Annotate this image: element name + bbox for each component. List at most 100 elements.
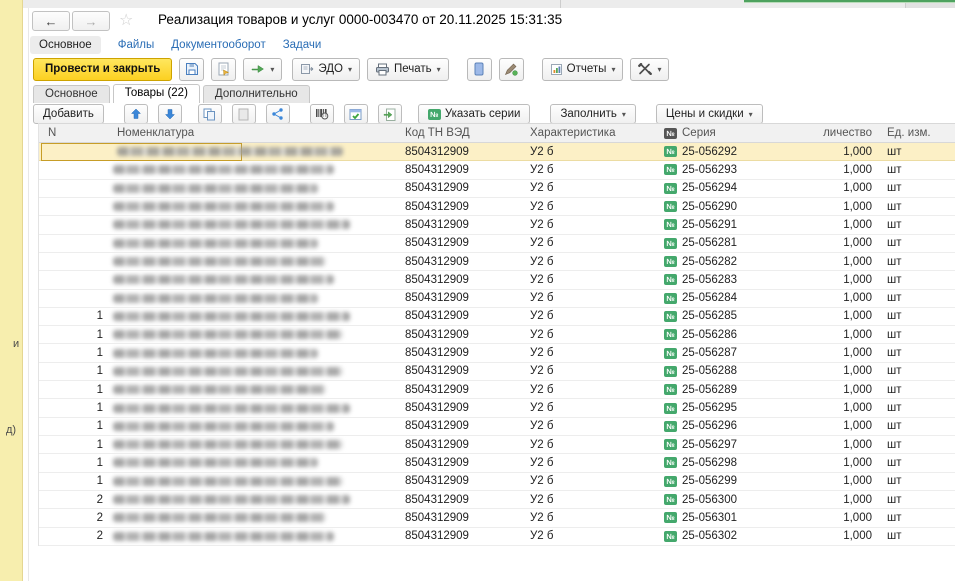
cell-nomenclature — [107, 143, 393, 160]
move-down-button[interactable] — [158, 104, 182, 124]
table-row[interactable]: 8504312909 У2 б № 25-056281 1,000 шт — [39, 235, 955, 253]
post-document-button[interactable] — [211, 58, 236, 81]
share-button[interactable] — [266, 104, 290, 124]
series-number-icon: № — [664, 439, 677, 450]
cell-nomenclature — [107, 180, 393, 197]
table-row[interactable]: 1 8504312909 У2 б № 25-056296 1,000 шт — [39, 418, 955, 436]
post-and-close-button[interactable]: Провести и закрыть — [33, 58, 172, 81]
dropdown-icon: ▾ — [657, 65, 661, 74]
favorite-star-icon[interactable]: ☆ — [119, 12, 133, 30]
copy-row-button[interactable] — [198, 104, 222, 124]
col-header-nomenclature[interactable]: Номенклатура — [107, 124, 393, 142]
cell-nomenclature — [107, 344, 393, 361]
col-header-n[interactable]: N — [39, 124, 107, 142]
tab-main[interactable]: Основное — [30, 36, 101, 54]
reports-button[interactable]: Отчеты ▾ — [542, 58, 624, 81]
table-row[interactable]: 8504312909 У2 б № 25-056283 1,000 шт — [39, 271, 955, 289]
cell-quantity: 1,000 — [823, 216, 879, 233]
censored-nomenclature-text — [113, 239, 318, 248]
cell-row-number: 1 — [39, 308, 107, 325]
cell-characteristic: У2 б — [521, 381, 659, 398]
cell-row-number: 1 — [39, 473, 107, 490]
table-row[interactable]: 1 8504312909 У2 б № 25-056288 1,000 шт — [39, 363, 955, 381]
series-number-icon: № — [664, 201, 677, 212]
col-header-series[interactable]: № Серия — [659, 124, 823, 142]
sign-button[interactable] — [499, 58, 524, 81]
move-up-button[interactable] — [124, 104, 148, 124]
mobile-device-button[interactable] — [467, 58, 492, 81]
cell-unit: шт — [879, 235, 955, 252]
tab-goods[interactable]: Товары (22) — [113, 84, 200, 103]
table-row[interactable]: 1 8504312909 У2 б № 25-056295 1,000 шт — [39, 399, 955, 417]
barcode-icon — [315, 108, 329, 120]
table-row[interactable]: 1 8504312909 У2 б № 25-056287 1,000 шт — [39, 344, 955, 362]
prices-discounts-button[interactable]: Цены и скидки ▾ — [656, 104, 763, 124]
table-row[interactable]: 8504312909 У2 б № 25-056294 1,000 шт — [39, 180, 955, 198]
col-header-qty[interactable]: Количество — [823, 124, 879, 142]
cell-series: № 25-056286 — [659, 326, 823, 343]
table-row[interactable]: 2 8504312909 У2 б № 25-056302 1,000 шт — [39, 528, 955, 546]
cell-nomenclature — [107, 235, 393, 252]
cell-quantity: 1,000 — [823, 290, 879, 307]
col-header-unit[interactable]: Ед. изм. — [879, 124, 955, 142]
table-row[interactable]: 2 8504312909 У2 б № 25-056300 1,000 шт — [39, 491, 955, 509]
table-row[interactable]: 1 8504312909 У2 б № 25-056298 1,000 шт — [39, 454, 955, 472]
specify-series-button[interactable]: № Указать серии — [418, 104, 531, 124]
censored-nomenclature-text — [113, 513, 326, 522]
censored-nomenclature-text — [113, 495, 350, 504]
table-row[interactable]: 8504312909 У2 б № 25-056291 1,000 шт — [39, 216, 955, 234]
cell-series: № 25-056296 — [659, 418, 823, 435]
more-actions-button[interactable]: ▾ — [630, 58, 669, 81]
series-number-icon: № — [664, 494, 677, 505]
cell-quantity: 1,000 — [823, 271, 879, 288]
tab-tasks[interactable]: Задачи — [283, 39, 322, 51]
back-button[interactable]: ← — [32, 11, 70, 31]
tab-basic[interactable]: Основное — [33, 85, 110, 103]
cell-series-value: 25-056282 — [682, 256, 737, 268]
cell-row-number: 1 — [39, 436, 107, 453]
cell-unit: шт — [879, 399, 955, 416]
cell-series: № 25-056284 — [659, 290, 823, 307]
cell-tnved-code: 8504312909 — [393, 418, 521, 435]
cell-series: № 25-056292 — [659, 143, 823, 160]
save-button[interactable] — [179, 58, 204, 81]
cell-series-value: 25-056298 — [682, 457, 737, 469]
load-from-file-button[interactable] — [378, 104, 402, 124]
tab-docflow[interactable]: Документооборот — [171, 39, 265, 51]
fill-button[interactable]: Заполнить ▾ — [550, 104, 635, 124]
col-header-characteristic[interactable]: Характеристика — [521, 124, 659, 142]
cell-characteristic: У2 б — [521, 454, 659, 471]
forward-button[interactable]: → — [72, 11, 110, 31]
table-row[interactable]: 8504312909 У2 б № 25-056290 1,000 шт — [39, 198, 955, 216]
cell-series-value: 25-056283 — [682, 274, 737, 286]
tab-files[interactable]: Файлы — [118, 39, 155, 51]
cell-quantity: 1,000 — [823, 143, 879, 160]
table-row[interactable]: 1 8504312909 У2 б № 25-056299 1,000 шт — [39, 473, 955, 491]
tab-additional[interactable]: Дополнительно — [203, 85, 310, 103]
add-row-button[interactable]: Добавить — [33, 104, 104, 124]
cell-characteristic: У2 б — [521, 418, 659, 435]
table-row[interactable]: 1 8504312909 У2 б № 25-056285 1,000 шт — [39, 308, 955, 326]
cell-series-value: 25-056297 — [682, 439, 737, 451]
cell-unit: шт — [879, 161, 955, 178]
cell-unit: шт — [879, 418, 955, 435]
table-row[interactable]: 8504312909 У2 б № 25-056282 1,000 шт — [39, 253, 955, 271]
table-row[interactable]: 8504312909 У2 б № 25-056293 1,000 шт — [39, 161, 955, 179]
table-row[interactable]: 1 8504312909 У2 б № 25-056286 1,000 шт — [39, 326, 955, 344]
table-row[interactable]: 8504312909 У2 б № 25-056284 1,000 шт — [39, 290, 955, 308]
table-row[interactable]: 1 8504312909 У2 б № 25-056289 1,000 шт — [39, 381, 955, 399]
table-row[interactable]: 2 8504312909 У2 б № 25-056301 1,000 шт — [39, 509, 955, 527]
edo-button[interactable]: ЭДО ▾ — [292, 58, 360, 81]
censored-nomenclature-text — [113, 385, 326, 394]
check-quantity-button[interactable] — [344, 104, 368, 124]
delete-row-button[interactable] — [232, 104, 256, 124]
create-based-on-button[interactable]: ▾ — [243, 58, 282, 81]
table-row[interactable]: 1 8504312909 У2 б № 25-056297 1,000 шт — [39, 436, 955, 454]
barcode-scan-button[interactable] — [310, 104, 334, 124]
edo-label: ЭДО — [318, 63, 343, 75]
cell-nomenclature — [107, 418, 393, 435]
table-row[interactable]: 8504312909 У2 б № 25-056292 1,000 шт — [39, 143, 955, 161]
col-header-tnved[interactable]: Код ТН ВЭД — [393, 124, 521, 142]
print-button[interactable]: Печать ▾ — [367, 58, 449, 81]
cell-nomenclature — [107, 381, 393, 398]
